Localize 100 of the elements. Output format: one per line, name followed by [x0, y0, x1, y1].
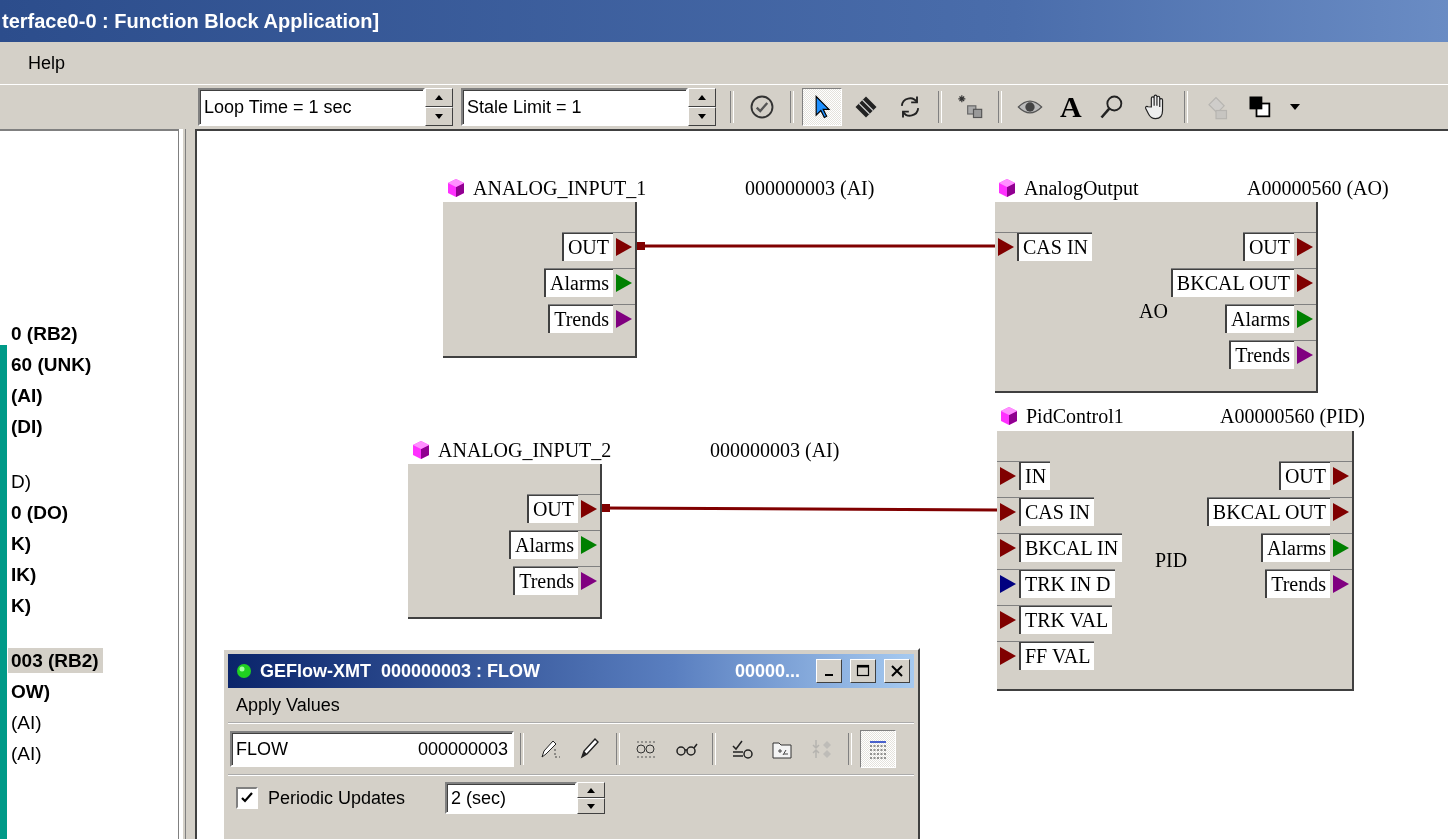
- port-label: IN: [1019, 462, 1051, 490]
- window-title: GEFlow-XMT 000000003 : FLOW: [260, 660, 542, 682]
- minimize-icon: [825, 674, 833, 676]
- function-block[interactable]: OUT Alarms Trends: [408, 464, 602, 619]
- port-arrow-icon: [1296, 237, 1314, 257]
- block-name: ANALOG_INPUT_2: [438, 438, 612, 462]
- input-field[interactable]: 2 (sec): [445, 782, 578, 814]
- cube-icon: [447, 178, 465, 198]
- port-arrow-icon: [615, 237, 633, 257]
- menu-item[interactable]: Help: [22, 50, 72, 76]
- port-label: BKCAL IN: [1019, 534, 1123, 562]
- maximize-icon: [856, 664, 870, 678]
- port-label: Trends: [513, 567, 578, 595]
- checkbox[interactable]: [236, 787, 258, 809]
- input-field[interactable]: Loop Time = 1 sec: [198, 88, 425, 126]
- port-arrow-icon: [580, 535, 598, 555]
- maximize-button[interactable]: [850, 659, 876, 683]
- port-label: BKCAL OUT: [1206, 498, 1330, 526]
- port-arrow-icon: [615, 309, 633, 329]
- block-type-label: PID: [1155, 549, 1188, 572]
- port-label: FF VAL: [1019, 642, 1095, 670]
- cube-icon: [412, 440, 430, 460]
- port-arrow-icon: [999, 466, 1017, 486]
- tree-item[interactable]: 0 (RB2): [8, 321, 82, 346]
- minimize-button[interactable]: [816, 659, 842, 683]
- check-mark-icon: [241, 792, 253, 804]
- port-arrow-icon: [615, 273, 633, 293]
- block-name: PidControl1: [1026, 404, 1124, 428]
- port-arrow-icon: [999, 646, 1017, 666]
- tree-item[interactable]: 003 (RB2): [8, 648, 103, 673]
- port-arrow-icon: [999, 610, 1017, 630]
- down-arrow-icon: [587, 803, 596, 809]
- tree-item[interactable]: (AI): [8, 383, 47, 408]
- port-label: Trends: [1265, 570, 1330, 598]
- spin-up-button[interactable]: [688, 88, 716, 107]
- menu-item[interactable]: Apply Values: [236, 694, 340, 716]
- up-arrow-icon: [435, 95, 443, 100]
- function-block[interactable]: OUT Alarms Trends: [443, 202, 637, 358]
- function-block[interactable]: AO CAS IN OUT BKCAL OUT Alarms Trends: [995, 202, 1318, 393]
- port-arrow-icon: [1296, 273, 1314, 293]
- tree-item[interactable]: K): [8, 531, 36, 556]
- tree-item[interactable]: (DI): [8, 414, 47, 439]
- port-label: Alarms: [1225, 305, 1294, 333]
- port-arrow-icon: [580, 571, 598, 591]
- sparkle-cubes-icon: [956, 93, 984, 121]
- checkbox-label: Periodic Updates: [268, 787, 406, 809]
- spin-down-button[interactable]: [425, 107, 453, 126]
- tree-item[interactable]: D): [8, 469, 36, 494]
- tree-item[interactable]: IK): [8, 562, 41, 587]
- port-arrow-icon: [1296, 345, 1314, 365]
- port-arrow-icon: [997, 237, 1015, 257]
- close-button[interactable]: [884, 659, 910, 683]
- port-arrow-icon: [580, 499, 598, 519]
- connector-line[interactable]: [602, 504, 997, 512]
- block-name: AnalogOutput: [1024, 176, 1139, 200]
- port-arrow-icon: [1332, 466, 1350, 486]
- up-arrow-icon: [698, 95, 706, 100]
- spin-down-button[interactable]: [577, 798, 606, 814]
- port-arrow-icon: [999, 502, 1017, 522]
- port-label: OUT: [526, 495, 578, 523]
- spin-up-button[interactable]: [577, 782, 606, 798]
- spin-down-button[interactable]: [688, 107, 716, 126]
- block-id: 000000003 (AI): [745, 176, 875, 200]
- port-label: Alarms: [509, 531, 578, 559]
- block-id: A00000560 (AO): [1247, 176, 1389, 200]
- input-field[interactable]: FLOW 000000003: [230, 731, 514, 767]
- tree-item[interactable]: (AI): [8, 710, 46, 735]
- function-block[interactable]: PID IN CAS IN BKCAL IN TRK IN D TRK VAL FF VAL OUT BKCAL OUT Alarms Trends: [997, 431, 1354, 691]
- tree-item[interactable]: K): [8, 593, 36, 618]
- block-id: 000000003 (AI): [710, 438, 840, 462]
- close-icon: [890, 664, 904, 678]
- tree-item[interactable]: OW): [8, 679, 55, 704]
- port-label: Alarms: [1261, 534, 1330, 562]
- port-label: OUT: [561, 233, 613, 261]
- cube-icon: [998, 178, 1016, 198]
- port-label: CAS IN: [1017, 233, 1092, 261]
- block-type-label: AO: [1139, 300, 1168, 323]
- down-arrow-icon: [698, 114, 706, 119]
- cube-icon: [1000, 406, 1018, 426]
- diamond-arrows-icon: [810, 737, 834, 761]
- toolbar-button[interactable]: A: [1054, 88, 1088, 126]
- port-arrow-icon: [999, 538, 1017, 558]
- block-name: ANALOG_INPUT_1: [473, 176, 647, 200]
- spin-up-button[interactable]: [425, 88, 453, 107]
- down-arrow-icon: [435, 114, 443, 119]
- port-arrow-icon: [1332, 502, 1350, 522]
- caret-icon: [1289, 104, 1300, 110]
- tree-item[interactable]: 60 (UNK): [8, 352, 96, 377]
- port-label: BKCAL OUT: [1170, 269, 1294, 297]
- toolbar-button[interactable]: [802, 88, 842, 126]
- port-arrow-icon: [1332, 538, 1350, 558]
- tree-item[interactable]: 0 (DO): [8, 500, 72, 525]
- port-label: Trends: [1229, 341, 1294, 369]
- input-field[interactable]: Stale Limit = 1: [461, 88, 688, 126]
- connector-line[interactable]: [637, 242, 995, 250]
- tree-item[interactable]: (AI): [8, 741, 46, 766]
- port-label: TRK IN D: [1019, 570, 1115, 598]
- status-dot-icon: [236, 663, 252, 679]
- port-arrow-icon: [999, 574, 1017, 594]
- window-title: terface0-0 : Function Block Application]: [2, 9, 380, 33]
